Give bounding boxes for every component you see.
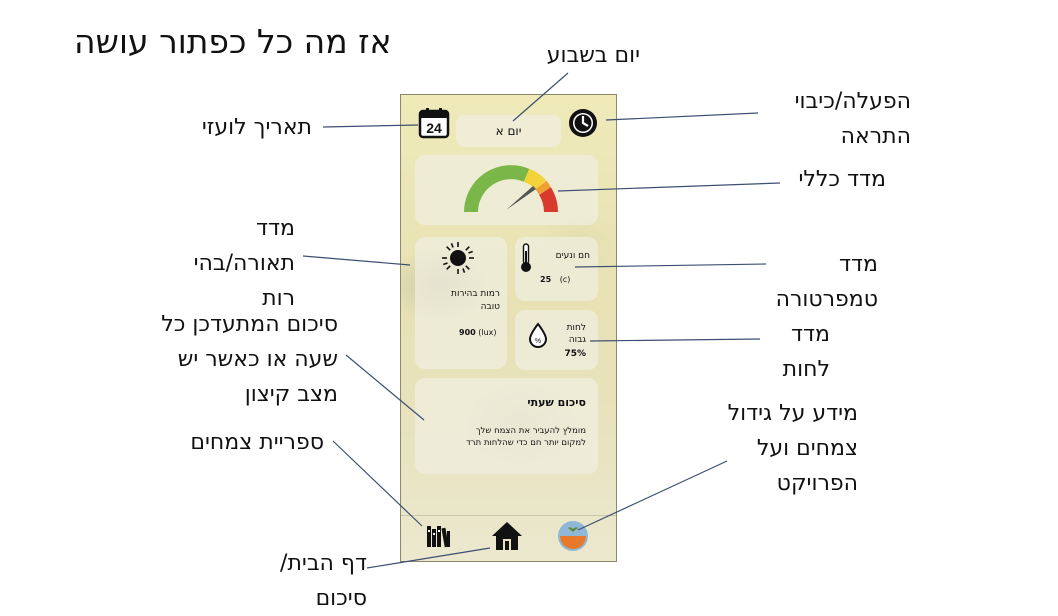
callout-day-of-week: יום בשבוע [546, 43, 640, 68]
gauge-needle [506, 186, 536, 210]
hourly-summary-card: סיכום שעתי מומלץ להעביר את הצמח שלך למקו… [415, 378, 598, 474]
day-of-week-label: יום א [495, 124, 522, 138]
humidity-card: % לחות גבוה 75% [515, 310, 598, 370]
summary-line2: למקום יותר חם כדי שהלחות תרד [466, 438, 586, 448]
callout-light-line1: מדד [256, 216, 295, 241]
humidity-value: 75% [564, 349, 586, 359]
callout-gregorian-date: תאריך לועזי [201, 115, 312, 140]
books-icon[interactable] [425, 522, 453, 550]
home-icon[interactable] [490, 520, 524, 552]
callout-humidity-gauge: מדד לחות [783, 317, 830, 387]
callout-hum-line1: מדד [791, 322, 830, 347]
callout-info: מידע על גידול צמחים ועל הפרויקט [728, 396, 858, 501]
callout-home-line2: סיכום [315, 586, 367, 611]
callout-summary-line1: סיכום המתעדכן כל [161, 312, 338, 337]
gauge-segment-red [538, 187, 558, 213]
thermometer-icon [521, 243, 531, 272]
light-reading: 900 (lux) [459, 328, 497, 337]
overall-gauge [464, 165, 558, 213]
gauge-segment-orange [535, 180, 552, 195]
connector-alarm [605, 112, 759, 121]
temperature-value: 25 [540, 275, 552, 284]
overall-gauge-card [415, 155, 598, 225]
callout-alarm-toggle-line2: התראה [840, 124, 911, 149]
temperature-status: חם ונעים [555, 251, 590, 261]
callout-summary-line2: שעה או כאשר יש [177, 347, 338, 372]
summary-line1: מומלץ להעביר את הצמח שלך [475, 426, 586, 436]
callout-info-line2: צמחים ועל [756, 436, 858, 461]
callout-temp-line1: מדד [839, 252, 878, 277]
gauge-segment-yellow [523, 168, 547, 191]
callout-temp-line2: טמפרטורה [775, 287, 878, 312]
callout-info-line1: מידע על גידול [727, 401, 858, 426]
light-value: 900 [459, 328, 476, 337]
callout-alarm-toggle: הפעלה/כיבוי התראה [795, 84, 911, 154]
light-unit: (lux) [478, 328, 497, 337]
callout-plant-library: ספריית צמחים [190, 430, 324, 455]
callout-summary: סיכום המתעדכן כל שעה או כאשר יש מצב קיצו… [161, 307, 338, 412]
gauge-segment-green [464, 165, 530, 213]
callout-light-gauge: מדד תאורה/בהי רות [194, 211, 295, 316]
day-of-week-pill: יום א [456, 115, 561, 147]
phone-screen: 24 יום א רמות בהירות טובה 900 (lux) חם ו… [400, 94, 617, 562]
water-drop-percent: % [535, 338, 541, 345]
callout-alarm-toggle-line1: הפעלה/כיבוי [794, 89, 911, 114]
callout-overall-gauge: מדד כללי [798, 167, 886, 192]
light-card: רמות בהירות טובה 900 (lux) [415, 237, 507, 369]
humidity-status-line1: לחות [566, 323, 586, 333]
summary-title: סיכום שעתי [527, 396, 586, 409]
page-title: אז מה כל כפתור עושה [74, 22, 392, 61]
temperature-unit: (c) [559, 275, 571, 284]
alarm-clock-icon[interactable] [567, 107, 599, 139]
temperature-card: חם ונעים 25 (c) [515, 237, 598, 301]
light-status-line2: טובה [480, 302, 500, 312]
calendar-icon[interactable]: 24 [418, 107, 450, 139]
sun-icon [442, 242, 474, 274]
callout-hum-line2: לחות [782, 357, 830, 382]
temperature-reading: 25 (c) [540, 275, 570, 284]
calendar-day-number: 24 [426, 120, 442, 136]
callout-home-page: דף הבית/ סיכום [280, 546, 367, 616]
bottom-navigation [401, 515, 616, 561]
callout-summary-line3: מצב קיצון [244, 382, 338, 407]
water-drop-icon: % [528, 322, 548, 348]
callout-light-line2: תאורה/בהי [193, 251, 295, 276]
callout-home-line1: דף הבית/ [280, 551, 367, 576]
connector-light [302, 255, 411, 266]
humidity-status-line2: גבוה [568, 335, 586, 345]
light-status-line1: רמות בהירות [451, 289, 500, 299]
callout-temperature-gauge: מדד טמפרטורה [776, 247, 878, 317]
info-plant-pot-icon[interactable] [557, 520, 589, 552]
callout-info-line3: הפרויקט [776, 471, 858, 496]
